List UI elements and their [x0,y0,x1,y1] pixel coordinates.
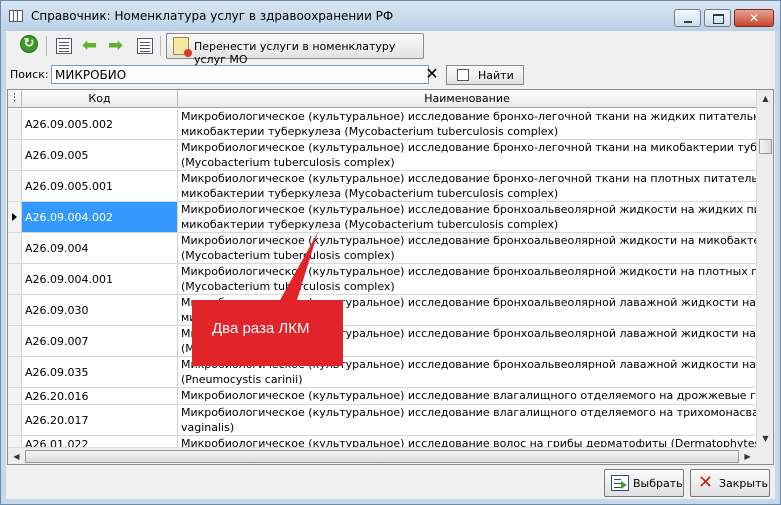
row-indicator[interactable] [8,140,22,170]
scroll-left-icon[interactable]: ◀ [8,448,25,464]
list-last-icon[interactable] [137,38,153,54]
cell-name[interactable]: Микробиологическое (культуральное) иссле… [179,109,756,139]
find-button[interactable]: Найти [446,65,524,85]
toolbar-separator [46,36,47,56]
select-icon [611,475,629,491]
list-first-icon[interactable] [56,38,72,54]
search-label: Поиск: [10,68,49,81]
cell-code[interactable]: A26.09.007 [22,326,178,356]
cell-name[interactable]: Микробиологическое (культуральное) иссле… [179,264,756,294]
row-indicator[interactable] [8,233,22,263]
transfer-services-button[interactable]: Перенести услуги в номенклатуру услуг МО [166,33,424,66]
scroll-up-icon[interactable]: ▲ [757,90,773,107]
cell-code[interactable]: A26.09.004.002 [22,202,178,232]
annotation-label: Два раза ЛКМ [212,320,310,337]
column-header-code[interactable]: Код [22,90,178,108]
cell-code[interactable]: A26.09.005 [22,140,178,170]
table-row[interactable]: A26.09.005.002 Микробиологическое (культу… [8,109,756,140]
cell-name[interactable]: Микробиологическое (культуральное) иссле… [179,171,756,201]
cell-code[interactable]: A26.09.030 [22,295,178,325]
title-bar[interactable]: Справочник: Номенклатура услуг в здравоо… [1,1,780,31]
cell-name[interactable]: Микробиологическое (культуральное) иссле… [179,436,756,447]
table-row[interactable]: A26.20.017 Микробиологическое (культураль… [8,405,756,436]
scroll-corner [756,447,773,464]
row-indicator[interactable] [8,109,22,139]
window-title: Справочник: Номенклатура услуг в здравоо… [31,9,394,23]
toolbar-separator [160,36,161,56]
close-icon: ✕ [698,472,714,493]
cell-code[interactable]: A26.09.004 [22,233,178,263]
dialog-body: ↻ ⬅ ➡ Перенести услуги в номенклатуру ус… [6,31,775,499]
find-label: Найти [478,69,514,82]
column-chooser-icon[interactable]: ⋮ [8,90,22,108]
cell-name[interactable]: Микробиологическое (культуральное) иссле… [179,233,756,263]
row-indicator[interactable] [8,171,22,201]
select-button-label: Выбрать [633,477,683,490]
row-indicator[interactable] [8,436,22,447]
close-button-label: Закрыть [719,477,768,490]
table-row[interactable]: A26.09.005.001 Микробиологическое (культу… [8,171,756,202]
window-close-button[interactable]: ✕ [734,9,774,27]
arrow-right-icon[interactable]: ➡ [108,37,123,55]
arrow-left-icon[interactable]: ⬅ [82,37,97,55]
cell-name[interactable]: Микробиологическое (культуральное) иссле… [179,140,756,170]
table-row[interactable]: A26.09.030 Микробиологическое (культураль… [8,295,756,326]
cell-name[interactable]: Микробиологическое (культуральное) иссле… [179,405,756,435]
search-row: Поиск: ✕ Найти [6,64,775,86]
scroll-right-icon[interactable]: ▶ [739,448,756,464]
find-icon [457,69,469,81]
transfer-services-label: Перенести услуги в номенклатуру услуг МО [194,40,396,66]
table-row[interactable]: A26.20.016 Микробиологическое (культураль… [8,388,756,405]
vertical-scrollbar[interactable]: ▲ ▼ [756,90,773,447]
table-row[interactable]: A26.09.004.001 Микробиологическое (культу… [8,264,756,295]
table-row[interactable]: A26.09.004 Микробиологическое (культураль… [8,233,756,264]
toolbar: ↻ ⬅ ➡ Перенести услуги в номенклатуру ус… [6,31,775,66]
row-indicator[interactable] [8,357,22,387]
cell-name[interactable]: Микробиологическое (культуральное) иссле… [179,357,756,387]
scroll-down-icon[interactable]: ▼ [757,430,773,447]
search-input[interactable] [51,65,429,84]
select-button[interactable]: Выбрать [604,469,684,497]
row-indicator[interactable] [8,388,22,404]
horizontal-scrollbar[interactable]: ◀ ▶ [8,447,756,464]
column-header-name[interactable]: Наименование [178,90,756,108]
minimize-button[interactable] [674,9,701,27]
document-icon [173,37,192,57]
table-row[interactable]: A26.09.007 Микробиологическое (культураль… [8,326,756,357]
cell-name[interactable]: Микробиологическое (культуральное) иссле… [179,388,756,404]
dialog-window: Справочник: Номенклатура услуг в здравоо… [0,0,781,505]
row-indicator[interactable] [8,326,22,356]
cell-code[interactable]: A26.20.017 [22,405,178,435]
horizontal-scroll-thumb[interactable] [25,450,739,463]
row-indicator[interactable] [8,202,22,232]
row-indicator[interactable] [8,264,22,294]
clear-search-icon[interactable]: ✕ [424,66,440,83]
table-row[interactable]: A26.01.022 Микробиологическое (культураль… [8,436,756,447]
row-indicator[interactable] [8,405,22,435]
cell-code[interactable]: A26.09.004.001 [22,264,178,294]
cell-code[interactable]: A26.01.022 [22,436,178,447]
grid-header: ⋮ Код Наименование [8,90,756,108]
table-row[interactable]: A26.09.004.002 Микробиологическое (культу… [8,202,756,233]
refresh-icon[interactable]: ↻ [20,35,38,53]
cell-code[interactable]: A26.09.005.002 [22,109,178,139]
cell-code[interactable]: A26.09.035 [22,357,178,387]
table-row[interactable]: A26.09.005 Микробиологическое (культураль… [8,140,756,171]
row-indicator[interactable] [8,295,22,325]
vertical-scroll-thumb[interactable] [759,139,772,154]
table-row[interactable]: A26.09.035 Микробиологическое (культураль… [8,357,756,388]
cell-code[interactable]: A26.09.005.001 [22,171,178,201]
grid-rows: A26.09.005.002 Микробиологическое (культу… [8,109,756,447]
close-button[interactable]: ✕ Закрыть [690,469,770,497]
services-grid: ⋮ Код Наименование A26.09.005.002 Микроби… [7,89,774,465]
maximize-button[interactable] [704,9,731,27]
table-icon [9,10,23,22]
cell-code[interactable]: A26.20.016 [22,388,178,404]
cell-name[interactable]: Микробиологическое (культуральное) иссле… [179,202,756,232]
